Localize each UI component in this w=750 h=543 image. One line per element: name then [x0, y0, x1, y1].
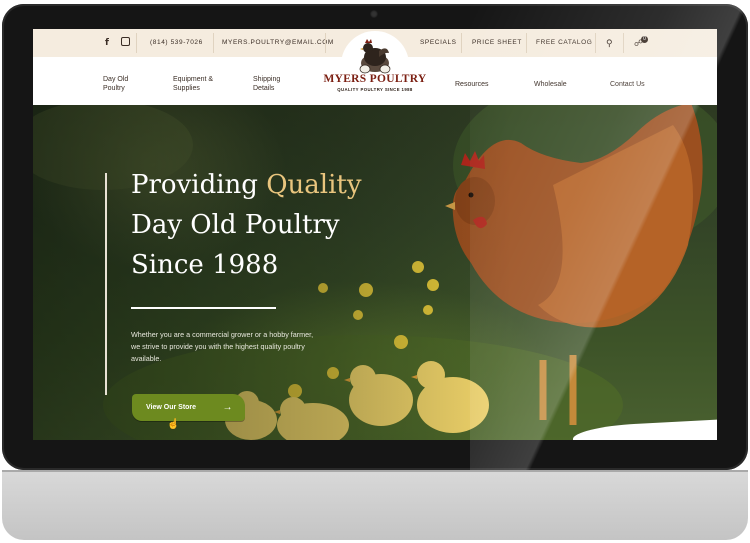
hero-paragraph: Whether you are a commercial grower or a…	[131, 330, 314, 363]
headline-highlight: Quality	[266, 170, 362, 200]
email-link[interactable]: MYERS.POULTRY@EMAIL.COM	[222, 29, 334, 57]
cart-count-badge: 0	[641, 36, 648, 43]
website-screen: f (814) 539-7026 MYERS.POULTRY@EMAIL.COM…	[33, 29, 717, 440]
headline-underline	[131, 307, 276, 309]
nav-wholesale[interactable]: Wholesale	[534, 80, 567, 89]
hero-accent-line	[105, 173, 107, 395]
nav-day-old-poultry[interactable]: Day Old Poultry	[103, 75, 143, 93]
divider	[526, 33, 527, 53]
chin-divider	[2, 470, 748, 472]
mouse-cursor-icon: ☝	[167, 419, 180, 430]
monitor-chin	[2, 470, 748, 540]
phone-link[interactable]: (814) 539-7026	[150, 29, 203, 57]
facebook-icon[interactable]: f	[105, 38, 109, 48]
monitor-frame: f (814) 539-7026 MYERS.POULTRY@EMAIL.COM…	[0, 0, 750, 543]
divider	[461, 33, 462, 53]
divider	[136, 33, 137, 53]
nav-equipment-supplies[interactable]: Equipment & Supplies	[173, 75, 217, 93]
divider	[623, 33, 624, 53]
price-sheet-link[interactable]: PRICE SHEET	[472, 29, 522, 57]
nav-resources[interactable]: Resources	[455, 80, 488, 89]
logo-name[interactable]: MYERS POULTRY	[323, 73, 427, 85]
view-store-label: View Our Store	[146, 404, 197, 411]
arrow-right-icon: →	[222, 402, 233, 413]
instagram-icon[interactable]	[121, 37, 130, 46]
webcam	[370, 10, 378, 18]
logo-tagline: QUALITY POULTRY SINCE 1988	[337, 87, 413, 92]
free-catalog-link[interactable]: FREE CATALOG	[536, 29, 592, 57]
view-store-button[interactable]: View Our Store →	[132, 394, 245, 421]
specials-link[interactable]: SPECIALS	[420, 29, 457, 57]
hen-logo-icon	[359, 39, 391, 74]
divider	[595, 33, 596, 53]
search-icon[interactable]: ⚲	[606, 38, 613, 48]
nav-shipping-details[interactable]: Shipping Details	[253, 75, 293, 93]
headline-text: Providing	[131, 170, 258, 200]
nav-contact-us[interactable]: Contact Us	[610, 80, 645, 89]
hero-headline-line3: Since 1988	[131, 250, 279, 280]
divider	[213, 33, 214, 53]
hero-banner: Providing Quality Day Old Poultry Since …	[33, 105, 717, 440]
hero-headline-line1: Providing Quality	[131, 169, 362, 201]
divider	[325, 33, 326, 53]
hero-headline-line2: Day Old Poultry	[131, 210, 340, 240]
